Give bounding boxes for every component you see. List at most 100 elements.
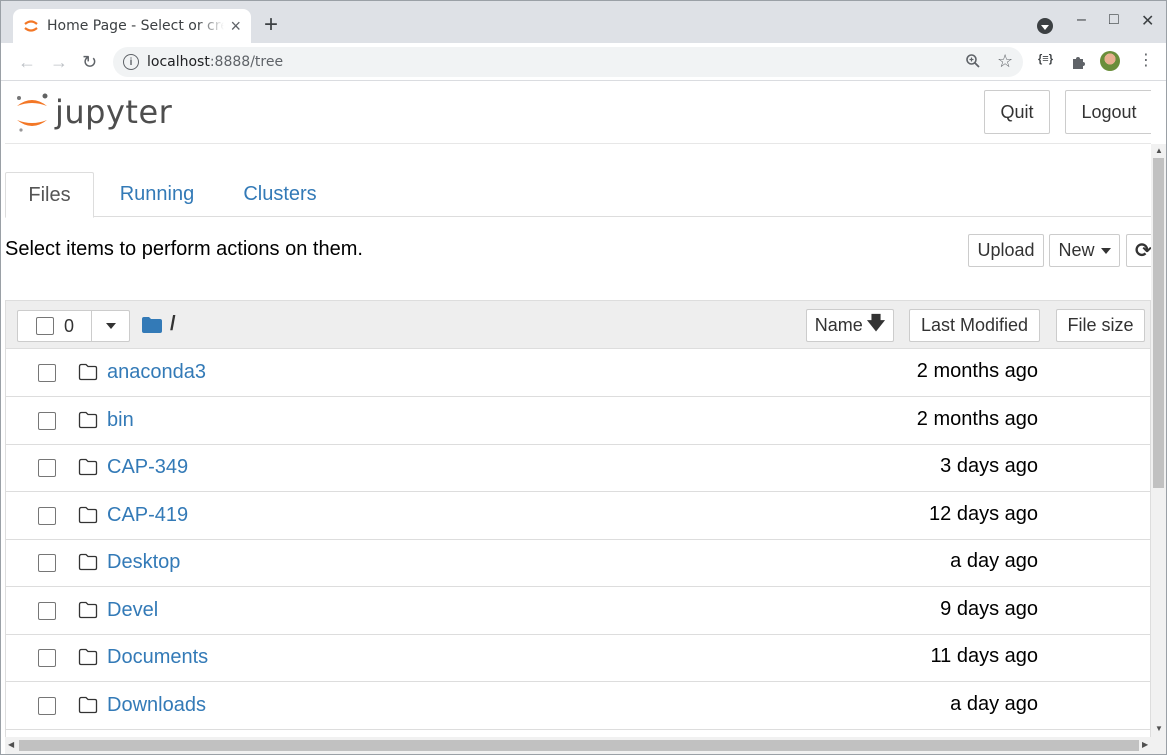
chevron-down-icon — [105, 323, 116, 329]
jupyter-header: jupyter Quit Logout — [5, 82, 1151, 144]
last-modified: 3 days ago — [940, 455, 1038, 477]
sort-modified-button[interactable]: Last Modified — [909, 309, 1040, 342]
last-modified: a day ago — [950, 550, 1038, 572]
jupyter-favicon-icon — [24, 20, 38, 32]
browser-menu-icon[interactable]: ⋮ — [1138, 51, 1154, 71]
folder-icon — [78, 458, 98, 476]
json-extension-icon[interactable]: {≡} — [1038, 53, 1053, 65]
file-name-link[interactable]: bin — [107, 409, 134, 432]
file-name-link[interactable]: Desktop — [107, 551, 180, 574]
vertical-scrollbar[interactable]: ▲ ▼ — [1151, 144, 1166, 737]
quit-button[interactable]: Quit — [984, 90, 1050, 134]
row-checkbox[interactable] — [38, 411, 56, 430]
minimize-button[interactable]: – — [1077, 11, 1086, 29]
folder-icon — [78, 601, 98, 618]
jupyter-page: jupyter Quit Logout Files Running Cluste… — [5, 82, 1151, 737]
vertical-scroll-thumb[interactable] — [1153, 158, 1164, 488]
row-checkbox[interactable] — [38, 459, 56, 477]
last-modified: 2 months ago — [916, 407, 1038, 430]
scroll-up-arrow-icon[interactable]: ▲ — [1155, 146, 1163, 155]
arrow-down-icon: 🡇 — [866, 312, 886, 333]
tab-title: Home Page - Select or create a notebook — [47, 18, 224, 34]
browser-toolbar: ← → ↻ i localhost:8888/tree ☆ {≡} ⋮ — [1, 43, 1166, 81]
chevron-down-icon — [1100, 247, 1111, 254]
jupyter-logo-icon — [17, 93, 48, 132]
file-row[interactable]: CAP-419 12 days ago — [6, 492, 1150, 540]
breadcrumb-root[interactable]: / — [170, 313, 176, 336]
selected-count: 0 — [64, 315, 75, 336]
row-checkbox[interactable] — [38, 649, 56, 667]
new-dropdown-button[interactable]: New — [1049, 234, 1120, 267]
file-list-header: 0 / Name 🡇 Last Modified File size — [6, 301, 1150, 349]
profile-avatar[interactable] — [1100, 51, 1120, 71]
extensions-puzzle-icon[interactable] — [1070, 54, 1086, 70]
file-name-link[interactable]: Downloads — [107, 694, 206, 717]
folder-icon — [78, 696, 98, 713]
row-checkbox[interactable] — [38, 601, 56, 620]
file-row[interactable]: Desktop a day ago — [6, 539, 1150, 587]
maximize-button[interactable]: □ — [1109, 11, 1119, 29]
sort-name-label: Name — [814, 315, 863, 335]
new-tab-button[interactable]: + — [264, 13, 278, 37]
refresh-button[interactable]: ⟳ — [1126, 234, 1151, 267]
horizontal-scroll-thumb[interactable] — [19, 740, 1139, 751]
upload-button[interactable]: Upload — [968, 234, 1044, 267]
row-checkbox[interactable] — [38, 506, 56, 525]
url-path: :8888/tree — [209, 54, 284, 70]
tab-search-icon[interactable] — [1037, 18, 1053, 34]
last-modified: a day ago — [950, 692, 1038, 715]
tab-strip: Home Page - Select or create a notebook … — [1, 1, 1166, 43]
select-menu-button[interactable] — [92, 311, 129, 341]
scroll-right-arrow-icon[interactable]: ▶ — [1142, 740, 1148, 749]
tab-running[interactable]: Running — [107, 172, 207, 217]
file-row[interactable]: Devel 9 days ago — [6, 587, 1150, 635]
select-all-checkbox[interactable] — [36, 317, 54, 335]
site-info-icon[interactable]: i — [123, 54, 139, 70]
browser-tab[interactable]: Home Page - Select or create a notebook … — [13, 9, 251, 43]
file-row[interactable]: Downloads a day ago — [6, 682, 1150, 730]
file-row[interactable]: CAP-349 3 days ago — [6, 444, 1150, 492]
file-row[interactable]: bin 2 months ago — [6, 397, 1150, 445]
instructions-text: Select items to perform actions on them. — [5, 238, 363, 260]
file-name-link[interactable]: Devel — [107, 599, 158, 622]
file-name-link[interactable]: anaconda3 — [107, 361, 206, 384]
folder-icon — [78, 553, 98, 571]
folder-solid-icon[interactable] — [142, 316, 162, 333]
bookmark-star-icon[interactable]: ☆ — [997, 51, 1013, 72]
scroll-left-arrow-icon[interactable]: ◀ — [8, 740, 14, 749]
select-all-group: 0 — [17, 310, 130, 342]
select-all[interactable]: 0 — [18, 311, 92, 341]
tab-close-icon[interactable]: × — [230, 17, 241, 35]
file-row[interactable]: anaconda3 2 months ago — [6, 349, 1150, 397]
horizontal-scrollbar[interactable]: ◀ ▶ — [5, 737, 1166, 754]
new-button-label: New — [1058, 240, 1095, 260]
last-modified: 11 days ago — [930, 645, 1039, 667]
row-checkbox[interactable] — [38, 364, 56, 382]
file-list: 0 / Name 🡇 Last Modified File size anaco… — [5, 300, 1151, 737]
reload-button[interactable]: ↻ — [82, 52, 97, 72]
folder-icon — [78, 648, 98, 666]
row-checkbox[interactable] — [38, 554, 56, 572]
file-row[interactable]: Documents 11 days ago — [6, 634, 1150, 682]
main-tabs: Files Running Clusters — [5, 172, 1151, 218]
back-button[interactable]: ← — [18, 52, 36, 72]
folder-icon — [78, 363, 98, 381]
sort-name-button[interactable]: Name 🡇 — [806, 309, 894, 342]
zoom-icon[interactable] — [965, 53, 981, 69]
tab-clusters[interactable]: Clusters — [230, 172, 330, 217]
tab-files[interactable]: Files — [5, 172, 94, 218]
logout-button[interactable]: Logout — [1065, 90, 1151, 134]
jupyter-logo[interactable]: jupyter — [15, 90, 172, 134]
scroll-down-arrow-icon[interactable]: ▼ — [1155, 724, 1163, 733]
file-name-link[interactable]: CAP-419 — [107, 504, 188, 527]
row-checkbox[interactable] — [38, 696, 56, 715]
forward-button[interactable]: → — [50, 52, 68, 72]
last-modified: 9 days ago — [940, 597, 1038, 620]
sort-size-button[interactable]: File size — [1056, 309, 1145, 342]
refresh-icon: ⟳ — [1135, 240, 1151, 262]
address-bar[interactable]: i localhost:8888/tree ☆ — [113, 47, 1023, 77]
file-name-link[interactable]: CAP-349 — [107, 456, 188, 479]
folder-icon — [78, 506, 98, 523]
file-name-link[interactable]: Documents — [107, 646, 208, 669]
close-window-button[interactable]: ✕ — [1141, 11, 1154, 31]
